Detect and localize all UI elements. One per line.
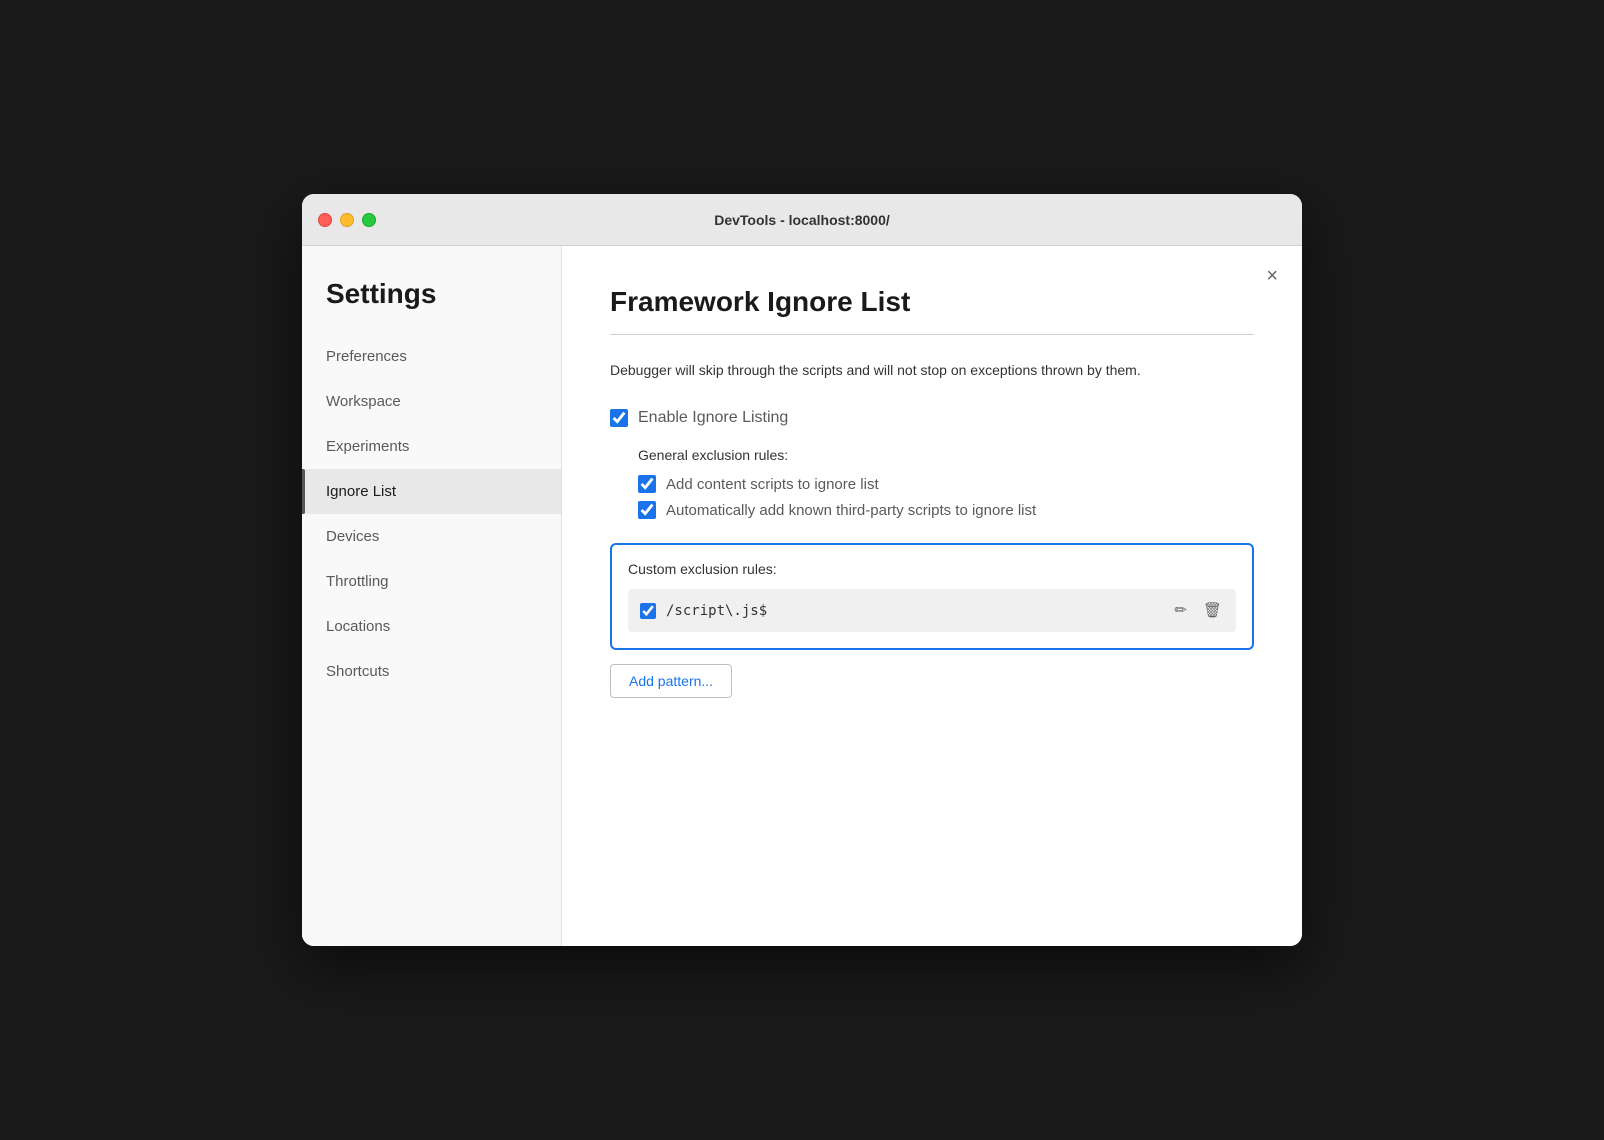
devtools-window: DevTools - localhost:8000/ Settings Pref…	[302, 194, 1302, 946]
pattern-checkbox-0[interactable]	[640, 603, 656, 619]
pattern-value-0: /script\.js$	[666, 603, 1172, 619]
general-rule-row-1: Automatically add known third-party scri…	[638, 501, 1254, 519]
enable-ignore-listing-label: Enable Ignore Listing	[638, 409, 788, 427]
pattern-actions-0	[1172, 599, 1224, 622]
general-rule-checkbox-0[interactable]	[638, 475, 656, 493]
sidebar-item-workspace[interactable]: Workspace	[302, 379, 561, 424]
window-title: DevTools - localhost:8000/	[714, 212, 890, 228]
general-rule-row-0: Add content scripts to ignore list	[638, 475, 1254, 493]
page-description: Debugger will skip through the scripts a…	[610, 359, 1254, 381]
titlebar: DevTools - localhost:8000/	[302, 194, 1302, 246]
page-title: Framework Ignore List	[610, 286, 1254, 318]
minimize-traffic-light[interactable]	[340, 213, 354, 227]
sidebar-heading: Settings	[302, 278, 561, 334]
sidebar-item-devices[interactable]: Devices	[302, 514, 561, 559]
enable-ignore-listing-checkbox[interactable]	[610, 409, 628, 427]
sidebar-item-preferences[interactable]: Preferences	[302, 334, 561, 379]
delete-pattern-button-0[interactable]	[1201, 599, 1224, 622]
pattern-row-0: /script\.js$	[628, 589, 1236, 632]
maximize-traffic-light[interactable]	[362, 213, 376, 227]
sidebar-item-ignore-list[interactable]: Ignore List	[302, 469, 561, 514]
traffic-lights	[318, 213, 376, 227]
general-rule-checkbox-1[interactable]	[638, 501, 656, 519]
sidebar-item-shortcuts[interactable]: Shortcuts	[302, 649, 561, 694]
custom-exclusion-box: Custom exclusion rules: /script\.js$	[610, 543, 1254, 650]
general-exclusion-label: General exclusion rules:	[638, 447, 1254, 463]
main-content: × Framework Ignore List Debugger will sk…	[562, 246, 1302, 946]
general-rule-label-1: Automatically add known third-party scri…	[666, 502, 1036, 519]
close-button[interactable]: ×	[1266, 266, 1278, 286]
close-traffic-light[interactable]	[318, 213, 332, 227]
add-pattern-button[interactable]: Add pattern...	[610, 664, 732, 698]
custom-exclusion-title: Custom exclusion rules:	[628, 561, 1236, 577]
window-body: Settings Preferences Workspace Experimen…	[302, 246, 1302, 946]
sidebar-item-throttling[interactable]: Throttling	[302, 559, 561, 604]
edit-pattern-button-0[interactable]	[1172, 599, 1189, 622]
sidebar-item-experiments[interactable]: Experiments	[302, 424, 561, 469]
trash-icon	[1203, 602, 1222, 619]
sidebar: Settings Preferences Workspace Experimen…	[302, 246, 562, 946]
sidebar-item-locations[interactable]: Locations	[302, 604, 561, 649]
pencil-icon	[1174, 602, 1187, 619]
enable-ignore-listing-row: Enable Ignore Listing	[610, 409, 1254, 427]
general-rule-label-0: Add content scripts to ignore list	[666, 476, 879, 493]
title-divider	[610, 334, 1254, 335]
